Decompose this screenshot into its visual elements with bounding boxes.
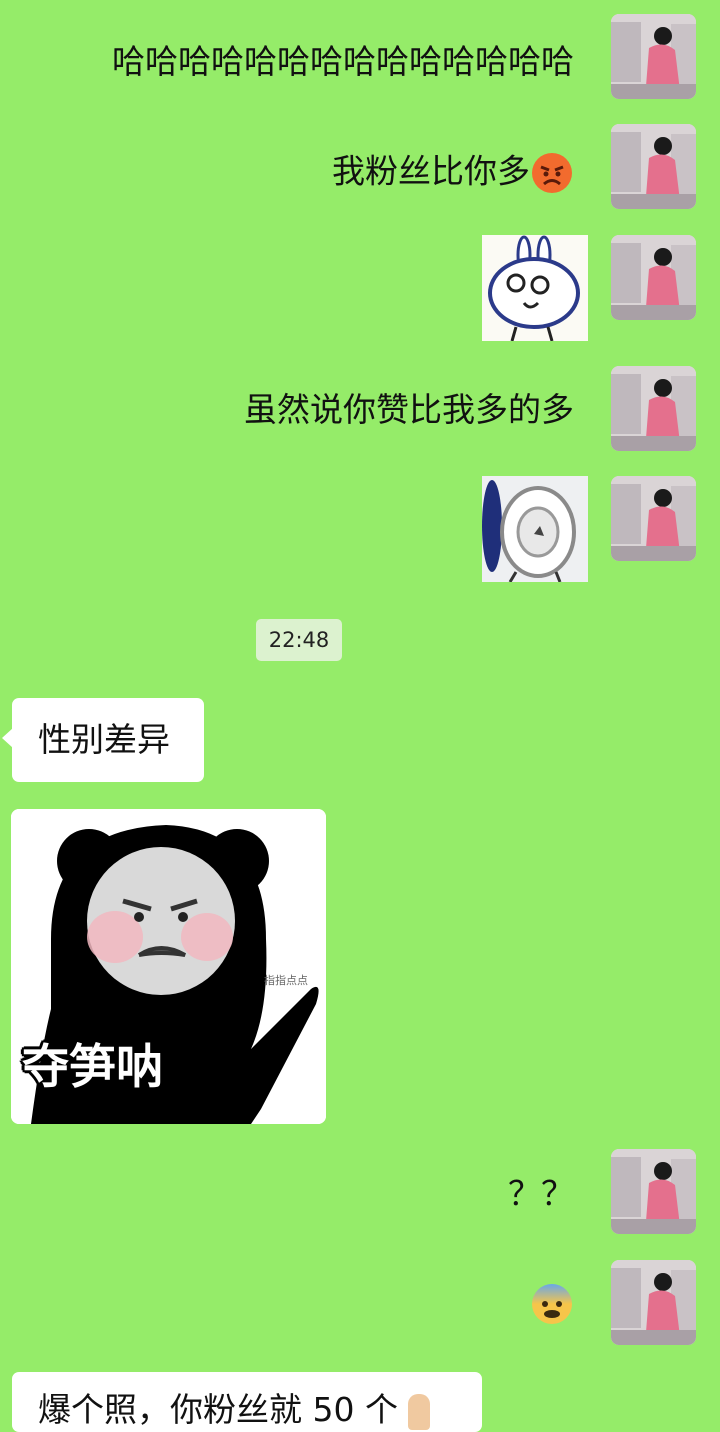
avatar[interactable] [611,366,696,451]
user-avatar-icon [611,235,696,320]
avatar[interactable] [611,124,696,209]
meme-caption: 夺笋呐 [22,1040,163,1095]
message-text-content: 我粉丝比你多 [332,151,530,191]
rabbit-back-sticker-icon [482,476,588,582]
message-text[interactable]: ？？ [508,1174,574,1214]
user-avatar-icon [611,14,696,99]
pointing-up-hand-icon [408,1393,431,1430]
avatar[interactable] [611,14,696,99]
message-text: 性别差异 [38,720,170,759]
avatar[interactable] [611,1149,696,1234]
rabbit-sticker-icon [482,235,588,341]
message-text-content: 爆个照，你粉丝就 50 个 [38,1390,398,1429]
message-bubble-left[interactable]: 性别差异 [2,698,204,782]
message-text[interactable]: 我粉丝比你多 [332,151,574,195]
user-avatar-icon [611,124,696,209]
message-text[interactable]: 虽然说你赞比我多的多 [244,390,574,430]
meme-small-text: 指指点点 [264,974,308,987]
message-bubble-left[interactable]: 爆个照，你粉丝就 50 个 [12,1372,482,1432]
bubble-tail [2,728,13,748]
rabbit-face-sticker[interactable] [482,235,588,341]
user-avatar-icon [611,476,696,561]
user-avatar-icon [611,1260,696,1345]
angry-face-icon [532,153,572,193]
user-avatar-icon [611,366,696,451]
fearful-face-icon [532,1284,572,1324]
message-text: 爆个照，你粉丝就 50 个 [38,1390,431,1430]
message-emoji[interactable] [530,1282,574,1326]
avatar[interactable] [611,476,696,561]
timestamp: 22:48 [256,619,342,661]
avatar[interactable] [611,1260,696,1345]
avatar[interactable] [611,235,696,320]
rabbit-back-sticker[interactable] [482,476,588,582]
user-avatar-icon [611,1149,696,1234]
message-text[interactable]: 哈哈哈哈哈哈哈哈哈哈哈哈哈哈 [112,42,574,82]
